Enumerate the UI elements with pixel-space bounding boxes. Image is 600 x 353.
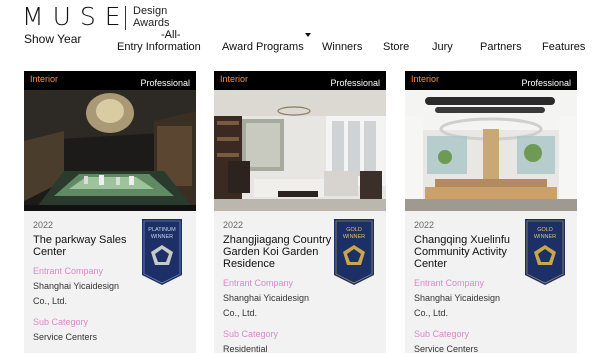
logo-subtitle-line2: Awards [133,17,170,29]
badge-line2: WINNER [343,234,365,240]
watermark: 知乎 @富龙 [478,319,547,334]
entrant-company-line1: Shanghai Yicaidesign [33,281,120,291]
card-title[interactable]: Changqing Xuelinfu Community Activity Ce… [414,234,526,270]
nav-store[interactable]: Store [383,41,409,53]
card-year: 2022 [33,220,54,230]
badge-line1: PLATINUM [148,227,176,233]
card-image-3[interactable]: Interior Professional [405,71,577,211]
card-level: Professional [140,78,190,88]
gold-winner-badge: GOLD WINNER [525,219,565,285]
winner-card-2[interactable]: Interior Professional 2022 Zhangjiagang … [214,71,386,353]
sub-category-label: Sub Category [414,329,470,339]
badge-line2: WINNER [534,234,556,240]
nav-partners[interactable]: Partners [480,41,522,53]
card-year: 2022 [223,220,244,230]
logo-subtitle: Design Awards [133,5,169,29]
winner-card-1[interactable]: Interior Professional 2022 The parkway S… [24,71,196,353]
entrant-company-line2: Co., Ltd. [33,296,68,306]
muse-logo[interactable]: MUSE [22,2,130,31]
card-year: 2022 [414,220,435,230]
card-title[interactable]: Zhangjiagang Country Garden Koi Garden R… [223,234,335,270]
logo-subtitle-line1: Design [133,5,168,17]
nav-entry-information[interactable]: Entry Information [117,41,201,53]
entrant-company-label: Entrant Company [223,278,294,288]
entrant-company-line1: Shanghai Yicaidesign [414,293,501,303]
sub-category-label: Sub Category [33,317,89,327]
sub-category-label: Sub Category [223,329,279,339]
card-level: Professional [330,78,380,88]
year-select[interactable]: -All- [161,29,181,41]
nav-jury[interactable]: Jury [432,41,453,53]
entrant-company-line2: Co., Ltd. [223,308,258,318]
entrant-company-label: Entrant Company [33,266,104,276]
entrant-company-label: Entrant Company [414,278,485,288]
badge-line1: GOLD [537,227,553,233]
card-level: Professional [521,78,571,88]
card-category: Interior [30,74,59,84]
show-year-label: Show Year [24,32,82,46]
card-category: Interior [411,74,440,84]
platinum-winner-badge: PLATINUM WINNER [142,219,182,285]
badge-line1: GOLD [346,227,362,233]
card-title[interactable]: The parkway Sales Center [33,234,145,258]
badge-line2: WINNER [151,234,173,240]
nav-features[interactable]: Features [542,41,585,53]
sub-category-value: Service Centers [414,344,479,353]
logo-divider [125,6,126,30]
nav-winners[interactable]: Winners [322,41,362,53]
card-image-1[interactable]: Interior Professional [24,71,196,211]
award-programs-dropdown-icon[interactable] [305,33,311,37]
site-header: MUSE Design Awards Show Year -All- Entry… [0,0,600,58]
gold-winner-badge: GOLD WINNER [334,219,374,285]
winner-card-3[interactable]: Interior Professional 2022 Changqing Xue… [405,71,577,353]
nav-award-programs[interactable]: Award Programs [222,41,304,53]
sub-category-value: Service Centers [33,332,98,342]
sub-category-value: Residential [223,344,268,353]
card-category: Interior [220,74,249,84]
card-image-2[interactable]: Interior Professional [214,71,386,211]
entrant-company-line1: Shanghai Yicaidesign [223,293,310,303]
entrant-company-line2: Co., Ltd. [414,308,449,318]
